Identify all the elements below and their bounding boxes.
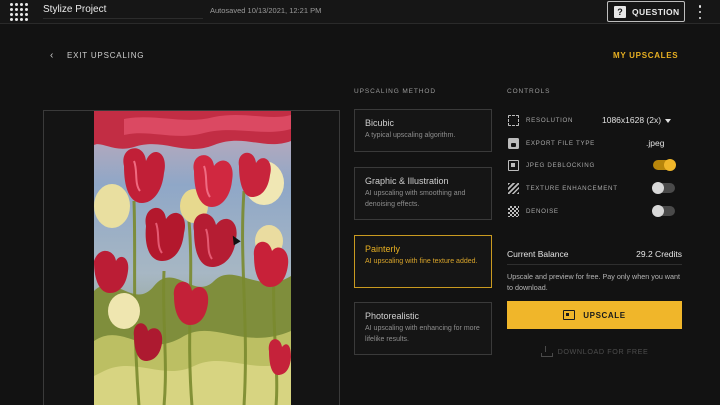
project-title[interactable]: Stylize Project [43, 4, 106, 15]
upscale-button[interactable]: UPSCALE [507, 301, 682, 329]
autosave-status: Autosaved 10/13/2021, 12:21 PM [210, 6, 322, 15]
method-title: Painterly [365, 244, 401, 254]
method-description: AI upscaling with fine texture added. [365, 258, 478, 265]
denoise-icon [508, 205, 519, 217]
resolution-label: RESOLUTION [526, 116, 574, 124]
question-icon: ? [614, 5, 626, 18]
question-label: QUESTION [632, 6, 680, 17]
current-balance-value: 29.2 Credits [636, 249, 682, 259]
jpeg-deblocking-label: JPEG DEBLOCKING [526, 161, 595, 169]
upscale-label: UPSCALE [583, 310, 626, 320]
jpeg-deblocking-toggle[interactable] [653, 159, 676, 171]
method-card-graphic-illustration[interactable]: Graphic & Illustration AI upscaling with… [354, 167, 492, 220]
method-title: Bicubic [365, 118, 395, 128]
method-card-painterly[interactable]: Painterly AI upscaling with fine texture… [354, 235, 492, 288]
divider [507, 264, 682, 265]
preview-image [94, 111, 291, 405]
controls-header: CONTROLS [507, 88, 551, 95]
download-for-free-button[interactable]: DOWNLOAD FOR FREE [507, 342, 682, 360]
chevron-left-icon: ‹ [50, 50, 54, 61]
image-preview[interactable] [43, 110, 340, 405]
method-title: Graphic & Illustration [365, 176, 449, 186]
more-options-icon[interactable] [697, 4, 703, 20]
method-description: AI upscaling with smoothing and denoisin… [365, 190, 466, 208]
export-file-type-label: EXPORT FILE TYPE [526, 139, 595, 147]
resolution-value: 1086x1628 (2x) [602, 115, 662, 125]
question-button[interactable]: ? QUESTION [607, 1, 685, 22]
method-card-photorealistic[interactable]: Photorealistic AI upscaling with enhanci… [354, 302, 492, 355]
exit-upscaling-label: EXIT UPSCALING [67, 51, 145, 60]
download-icon [540, 346, 553, 357]
caret-down-icon [665, 118, 672, 123]
upscaling-method-header: UPSCALING METHOD [354, 88, 436, 95]
exit-upscaling-link[interactable]: ‹ EXIT UPSCALING [50, 50, 144, 61]
method-title: Photorealistic [365, 311, 420, 321]
denoise-label: DENOISE [526, 207, 559, 215]
current-balance-label: Current Balance [507, 249, 569, 259]
current-balance: Current Balance 29.2 Credits [507, 245, 682, 263]
texture-enhancement-label: TEXTURE ENHANCEMENT [526, 184, 618, 192]
resolution-dropdown[interactable]: 1086x1628 (2x) [602, 115, 672, 125]
toggle-knob [664, 159, 676, 171]
export-file-type-value[interactable]: .jpeg [646, 138, 664, 148]
toggle-knob [652, 205, 664, 217]
resolution-icon [508, 114, 519, 126]
texture-icon [508, 182, 519, 194]
method-description: AI upscaling with enhancing for more lif… [365, 325, 480, 343]
toggle-knob [652, 182, 664, 194]
save-disk-icon [508, 137, 519, 149]
app-logo-icon[interactable] [10, 3, 28, 21]
upscale-note: Upscale and preview for free. Pay only w… [507, 272, 680, 292]
method-card-bicubic[interactable]: Bicubic A typical upscaling algorithm. [354, 109, 492, 152]
image-icon [563, 310, 576, 320]
texture-enhancement-toggle[interactable] [652, 182, 675, 194]
method-description: A typical upscaling algorithm. [365, 132, 456, 139]
project-title-underline [43, 18, 203, 19]
my-upscales-link[interactable]: MY UPSCALES [613, 51, 678, 60]
deblock-icon [508, 159, 519, 171]
download-label: DOWNLOAD FOR FREE [557, 346, 649, 356]
top-bar: Stylize Project Autosaved 10/13/2021, 12… [0, 0, 720, 24]
denoise-toggle[interactable] [652, 205, 675, 217]
